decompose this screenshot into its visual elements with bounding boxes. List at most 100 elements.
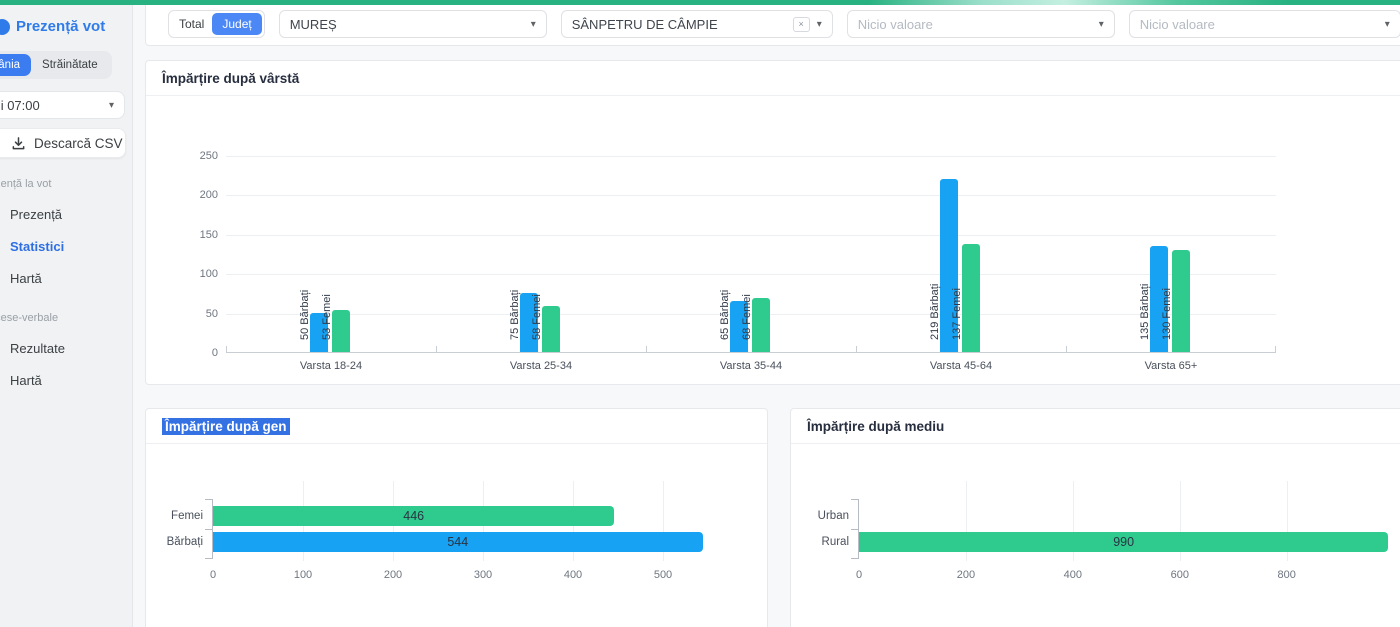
chevron-down-icon: ▾ — [1099, 19, 1104, 30]
sidebar: Prezență vot România Străinătate Luni 07… — [0, 0, 133, 627]
x-axis-tick-label: 300 — [474, 569, 492, 581]
category-axis-tick — [851, 558, 858, 559]
gender-chart-title: Împărțire după gen — [146, 409, 767, 444]
nav-section-procese-header: Procese-verbale — [0, 312, 132, 324]
app-logo-icon — [0, 19, 10, 35]
nav-section-prezenta-header: Prezență la vot — [0, 178, 132, 190]
filter-uat: UAT SÂNPETRU DE CÂMPIE × ▾ — [561, 0, 833, 38]
sectie-select-placeholder: Nicio valoare — [1140, 17, 1385, 32]
filter-sectie: SECȚIE Nicio valoare ▾ — [1129, 0, 1400, 38]
x-axis-tick-label: 0 — [210, 569, 216, 581]
judet-select-value: MUREȘ — [290, 17, 531, 32]
filter-nivel: NIVEL Total Județ — [168, 0, 265, 38]
category-axis-tick — [851, 499, 858, 500]
x-axis-category-label: Varsta 65+ — [1066, 360, 1276, 372]
filter-judet: JUDEȚ MUREȘ ▾ — [279, 0, 547, 38]
mediu-chart-card: Împărțire după mediu 0200400600800UrbanR… — [790, 408, 1400, 627]
y-axis-tick-label: 100 — [176, 268, 218, 280]
time-select[interactable]: Luni 07:00 ▾ — [0, 91, 125, 119]
app-viewport: Prezență vot România Străinătate Luni 07… — [0, 0, 1400, 627]
sidebar-item-harta-prezenta[interactable]: Hartă — [10, 271, 132, 286]
x-axis-tick-label: 800 — [1278, 569, 1296, 581]
bar-value-label: 68 Femei — [740, 294, 754, 340]
x-axis-category-label: Varsta 18-24 — [226, 360, 436, 372]
nivel-toggle: Total Județ — [168, 10, 265, 38]
nivel-option-judet[interactable]: Județ — [212, 13, 261, 35]
y-axis-tick-label: 200 — [176, 189, 218, 201]
chevron-down-icon: ▾ — [1385, 19, 1390, 30]
chevron-down-icon: ▾ — [531, 19, 536, 30]
bar-femei[interactable] — [542, 306, 560, 352]
country-tab-group: România Străinătate — [0, 51, 112, 79]
bar-femei[interactable] — [752, 298, 770, 352]
bar-rural[interactable]: 990 — [859, 532, 1388, 552]
y-axis-tick-label: 0 — [176, 347, 218, 359]
main-content: NIVEL Total Județ JUDEȚ MUREȘ ▾ UAT — [133, 0, 1400, 627]
chevron-down-icon: ▾ — [109, 100, 114, 111]
bar-group: 65 Bărbați 68 Femei — [646, 156, 856, 352]
uat-select[interactable]: SÂNPETRU DE CÂMPIE × ▾ — [561, 10, 833, 38]
mediu-chart-title: Împărțire după mediu — [791, 409, 1400, 444]
age-chart: 05010015020025050 Bărbați53 FemeiVarsta … — [226, 156, 1276, 353]
bar-group: 219 Bărbați 137 Femei — [856, 156, 1066, 352]
bar-value-label: 58 Femei — [530, 294, 544, 340]
category-label-rural: Rural — [781, 535, 849, 549]
clear-selection-icon[interactable]: × — [793, 17, 810, 32]
chevron-down-icon: ▾ — [817, 19, 822, 30]
category-label-bărbați: Bărbați — [135, 535, 203, 549]
download-csv-button[interactable]: Descarcă CSV — [0, 128, 126, 158]
sidebar-header: Prezență vot — [0, 18, 132, 35]
bar-value-label: 990 — [859, 532, 1388, 552]
x-axis-tick-label: 200 — [957, 569, 975, 581]
sectie-select[interactable]: Nicio valoare ▾ — [1129, 10, 1400, 38]
bar-value-label: 137 Femei — [950, 288, 964, 340]
judet-select[interactable]: MUREȘ ▾ — [279, 10, 547, 38]
y-axis-tick-label: 250 — [176, 150, 218, 162]
selected-text: Împărțire după gen — [162, 418, 290, 435]
bar-femei[interactable] — [1172, 250, 1190, 352]
bar-femei[interactable] — [962, 244, 980, 352]
bottom-charts-row: Împărțire după gen 0100200300400500Femei… — [145, 408, 1400, 627]
bar-value-label: 65 Bărbați — [718, 290, 732, 340]
x-axis-category-label: Varsta 35-44 — [646, 360, 856, 372]
category-axis-tick — [205, 558, 212, 559]
sidebar-item-prezenta[interactable]: Prezență — [10, 207, 132, 222]
bar-value-label: 75 Bărbați — [508, 290, 522, 340]
download-csv-label: Descarcă CSV — [34, 136, 123, 151]
gender-chart-card: Împărțire după gen 0100200300400500Femei… — [145, 408, 768, 627]
bar-value-label: 53 Femei — [320, 294, 334, 340]
bar-value-label: 135 Bărbați — [1138, 284, 1152, 340]
category-axis-tick — [205, 499, 212, 500]
sidebar-item-rezultate[interactable]: Rezultate — [10, 341, 132, 356]
y-axis-tick-label: 150 — [176, 229, 218, 241]
bar-value-label: 446 — [213, 506, 614, 526]
page-title: Prezență vot — [16, 18, 105, 35]
category-label-femei: Femei — [135, 509, 203, 523]
bar-bărbați[interactable]: 544 — [213, 532, 703, 552]
filter-localitate: LOCALITATE Nicio valoare ▾ — [847, 0, 1115, 38]
time-select-value: Luni 07:00 — [0, 98, 40, 113]
sidebar-item-statistici[interactable]: Statistici — [10, 239, 132, 254]
x-axis-category-label: Varsta 45-64 — [856, 360, 1066, 372]
localitate-select-placeholder: Nicio valoare — [858, 17, 1099, 32]
filter-bar: NIVEL Total Județ JUDEȚ MUREȘ ▾ UAT — [145, 0, 1400, 46]
localitate-select[interactable]: Nicio valoare ▾ — [847, 10, 1115, 38]
age-chart-title: Împărțire după vârstă — [146, 61, 1400, 96]
mediu-chart: 0200400600800UrbanRural990 — [859, 481, 1399, 563]
bar-femei[interactable]: 446 — [213, 506, 614, 526]
x-axis-tick-label: 200 — [384, 569, 402, 581]
x-axis-tick-label: 100 — [294, 569, 312, 581]
page: Prezență vot România Străinătate Luni 07… — [0, 0, 1400, 627]
nivel-option-total[interactable]: Total — [171, 13, 212, 35]
bar-group: 75 Bărbați 58 Femei — [436, 156, 646, 352]
bar-value-label: 544 — [213, 532, 703, 552]
bar-value-label: 219 Bărbați — [928, 284, 942, 340]
x-axis-tick-label: 0 — [856, 569, 862, 581]
tab-strainatate[interactable]: Străinătate — [31, 54, 109, 76]
progress-bar — [0, 0, 1400, 5]
sidebar-nav: Prezență la vot Prezență Statistici Hart… — [0, 178, 132, 388]
tab-romania[interactable]: România — [0, 54, 31, 76]
bar-femei[interactable] — [332, 310, 350, 352]
y-axis-tick-label: 50 — [176, 308, 218, 320]
sidebar-item-harta-rezultate[interactable]: Hartă — [10, 373, 132, 388]
